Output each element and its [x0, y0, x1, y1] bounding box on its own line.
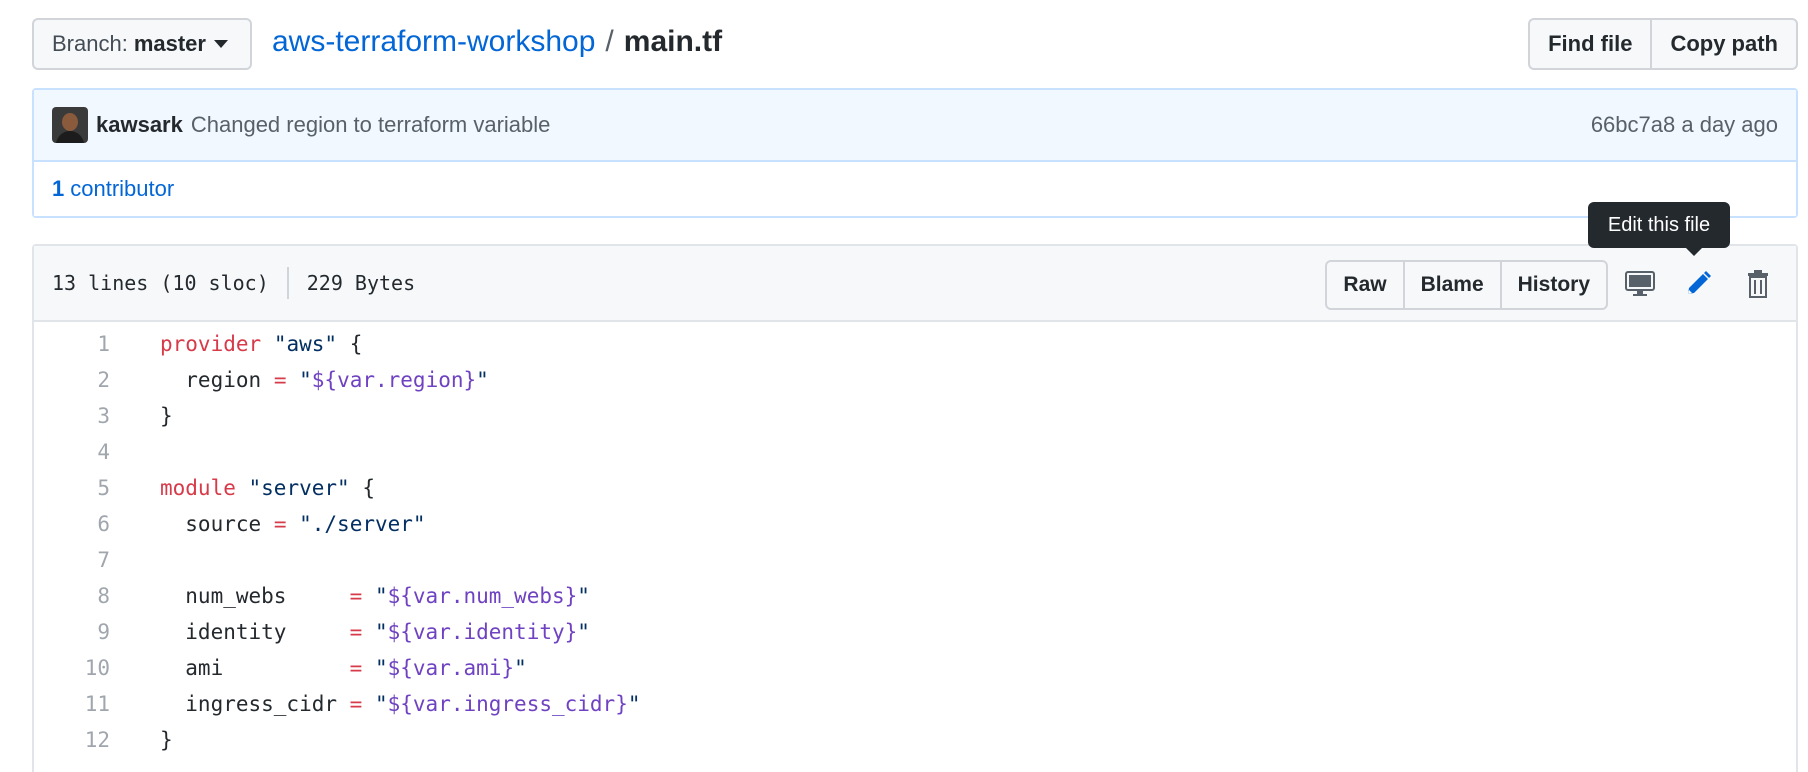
line-content: identity = "${var.identity}" — [160, 620, 590, 644]
commit-message[interactable]: Changed region to terraform variable — [191, 112, 551, 138]
line-number[interactable]: 3 — [34, 404, 140, 428]
line-number[interactable]: 4 — [34, 440, 140, 464]
code-line: 1 provider "aws" { — [34, 326, 1796, 362]
code-line: 12 } — [34, 722, 1796, 758]
line-content: ami = "${var.ami}" — [160, 656, 527, 680]
breadcrumb: aws-terraform-workshop / main.tf — [272, 22, 722, 62]
line-number[interactable]: 7 — [34, 548, 140, 572]
line-content: } — [160, 404, 173, 428]
branch-name: master — [133, 31, 206, 56]
code-line: 11 ingress_cidr = "${var.ingress_cidr}" — [34, 686, 1796, 722]
blame-button[interactable]: Blame — [1404, 260, 1502, 310]
trash-icon[interactable] — [1738, 266, 1778, 302]
history-button[interactable]: History — [1501, 260, 1608, 310]
file-header: 13 lines (10 sloc) 229 Bytes Raw Blame H… — [34, 246, 1796, 322]
commit-author[interactable]: kawsark — [96, 112, 183, 138]
line-content: ingress_cidr = "${var.ingress_cidr}" — [160, 692, 641, 716]
avatar[interactable] — [52, 107, 88, 143]
desktop-icon[interactable] — [1620, 266, 1660, 302]
file-viewer: 13 lines (10 sloc) 229 Bytes Raw Blame H… — [32, 244, 1798, 772]
file-size: 229 Bytes — [306, 271, 416, 295]
latest-commit: kawsark Changed region to terraform vari… — [34, 90, 1796, 162]
file-navigation: Branch: master aws-terraform-workshop / … — [32, 18, 1798, 70]
breadcrumb-separator: / — [605, 25, 614, 58]
code-line: 10 ami = "${var.ami}" — [34, 650, 1796, 686]
line-number[interactable]: 8 — [34, 584, 140, 608]
commit-meta: 66bc7a8 a day ago — [1591, 112, 1778, 138]
code-line: 6 source = "./server" — [34, 506, 1796, 542]
code-line: 9 identity = "${var.identity}" — [34, 614, 1796, 650]
file-name: main.tf — [623, 25, 723, 58]
code-line: 7 — [34, 542, 1796, 578]
code-line: 3 } — [34, 398, 1796, 434]
caret-down-icon — [213, 40, 228, 48]
contributor-label: contributor — [70, 176, 175, 201]
code-line: 4 — [34, 434, 1796, 470]
code-line: 2 region = "${var.region}" — [34, 362, 1796, 398]
line-number[interactable]: 6 — [34, 512, 140, 536]
line-content: region = "${var.region}" — [160, 368, 489, 392]
line-number[interactable]: 9 — [34, 620, 140, 644]
commit-tease: kawsark Changed region to terraform vari… — [32, 88, 1798, 218]
file-lines: 13 lines (10 sloc) — [52, 271, 269, 295]
commit-sha[interactable]: 66bc7a8 — [1591, 112, 1675, 137]
line-number[interactable]: 2 — [34, 368, 140, 392]
find-file-button[interactable]: Find file — [1528, 18, 1653, 70]
line-number[interactable]: 11 — [34, 692, 140, 716]
repo-link[interactable]: aws-terraform-workshop — [272, 25, 595, 59]
code-line: 8 num_webs = "${var.num_webs}" — [34, 578, 1796, 614]
line-content: module "server" { — [160, 476, 375, 500]
branch-select-button[interactable]: Branch: master — [32, 18, 252, 70]
commit-time: a day ago — [1681, 112, 1778, 137]
code-table: 1 provider "aws" { 2 region = "${var.reg… — [34, 322, 1796, 758]
file-actions: Raw Blame History — [1325, 260, 1608, 310]
line-content: source = "./server" — [160, 512, 426, 536]
raw-button[interactable]: Raw — [1325, 260, 1405, 310]
file-nav-buttons: Find file Copy path — [1528, 18, 1798, 70]
line-number[interactable]: 12 — [34, 728, 140, 752]
divider — [286, 267, 289, 299]
line-number[interactable]: 5 — [34, 476, 140, 500]
code-line: 5 module "server" { — [34, 470, 1796, 506]
copy-path-button[interactable]: Copy path — [1652, 18, 1798, 70]
branch-label: Branch: — [52, 31, 128, 56]
edit-file-tooltip: Edit this file — [1588, 202, 1730, 256]
contributor-count: 1 — [52, 176, 65, 201]
line-number[interactable]: 1 — [34, 332, 140, 356]
line-content: num_webs = "${var.num_webs}" — [160, 584, 590, 608]
line-number[interactable]: 10 — [34, 656, 140, 680]
line-content: provider "aws" { — [160, 332, 363, 356]
contributors-link[interactable]: 1 contributor — [34, 162, 1796, 216]
pencil-icon[interactable] — [1678, 266, 1718, 302]
line-content: } — [160, 728, 173, 752]
file-info: 13 lines (10 sloc) 229 Bytes — [52, 267, 415, 299]
